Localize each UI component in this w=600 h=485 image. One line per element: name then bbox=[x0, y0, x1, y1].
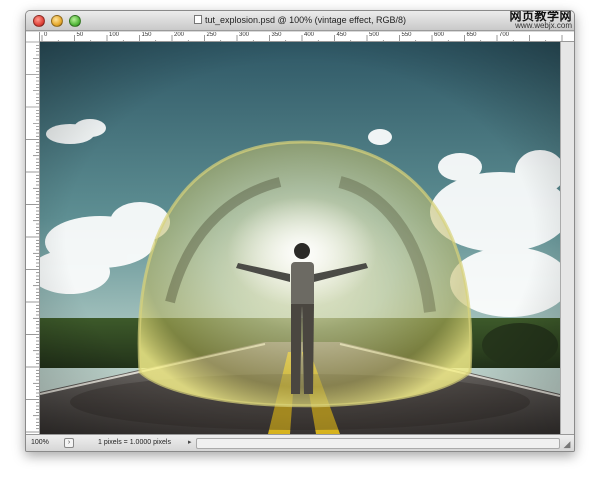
ruler-label: 100 bbox=[109, 32, 120, 38]
canvas-image bbox=[40, 42, 560, 434]
status-arrow-icon[interactable]: ▸ bbox=[188, 438, 192, 448]
vertical-ruler[interactable] bbox=[26, 32, 40, 434]
ruler-label: 500 bbox=[369, 32, 380, 38]
ruler-label: 300 bbox=[239, 32, 250, 38]
watermark-logo: 网页教学网 www.webjx.com bbox=[509, 11, 572, 30]
ruler-label: 700 bbox=[499, 32, 510, 38]
minimize-icon[interactable] bbox=[51, 15, 63, 27]
window-title: tut_explosion.psd @ 100% (vintage effect… bbox=[204, 15, 407, 25]
ruler-label: 450 bbox=[336, 32, 347, 38]
document-canvas[interactable] bbox=[40, 42, 560, 434]
horizontal-ruler[interactable]: 0 50 100 150 200 250 300 350 400 450 500 550 600 650 7… bbox=[40, 32, 574, 42]
photoshop-document-window: tut_explosion.psd @ 100% (vintage effect… bbox=[25, 10, 575, 452]
ruler-label: 0 bbox=[44, 32, 48, 38]
ruler-label: 350 bbox=[271, 32, 282, 38]
ruler-label: 200 bbox=[174, 32, 185, 38]
ruler-label: 650 bbox=[466, 32, 477, 38]
status-bar: 100% › 1 pixels = 1.0000 pixels ▸ ◢ bbox=[26, 434, 574, 451]
document-icon bbox=[193, 15, 202, 24]
horizontal-scrollbar[interactable] bbox=[196, 438, 560, 449]
ruler-label: 550 bbox=[401, 32, 412, 38]
title-bar[interactable]: tut_explosion.psd @ 100% (vintage effect… bbox=[26, 11, 574, 31]
ruler-label: 250 bbox=[206, 32, 217, 38]
ruler-label: 600 bbox=[434, 32, 445, 38]
document-info: 1 pixels = 1.0000 pixels bbox=[98, 439, 171, 446]
vintage-vignette bbox=[40, 42, 560, 434]
ruler-label: 50 bbox=[76, 32, 84, 38]
ruler-label: 150 bbox=[141, 32, 152, 38]
status-menu-icon[interactable]: › bbox=[64, 438, 74, 448]
zoom-level[interactable]: 100% bbox=[29, 437, 59, 449]
vertical-ruler-ticks bbox=[26, 41, 39, 433]
ruler-label: 400 bbox=[304, 32, 315, 38]
vertical-scrollbar[interactable] bbox=[560, 42, 574, 434]
close-icon[interactable] bbox=[33, 15, 45, 27]
window-title-container: tut_explosion.psd @ 100% (vintage effect… bbox=[96, 15, 504, 25]
maximize-icon[interactable] bbox=[69, 15, 81, 27]
resize-grip-icon[interactable]: ◢ bbox=[561, 438, 573, 450]
watermark-url: www.webjx.com bbox=[515, 21, 572, 30]
